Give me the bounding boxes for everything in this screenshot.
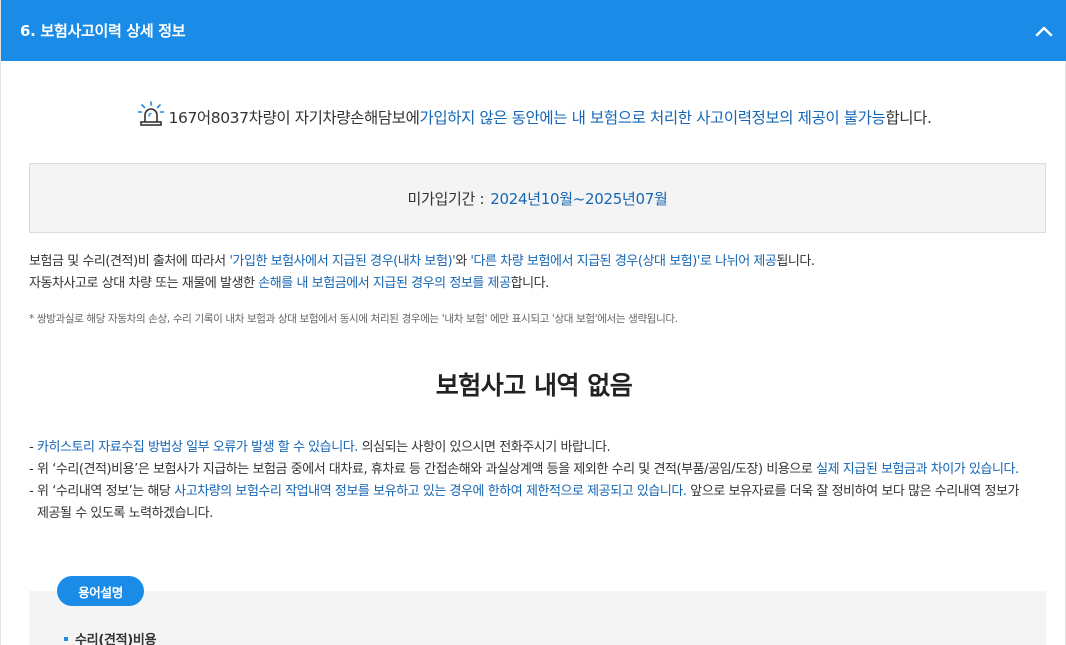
notice-text: 차량이 자기차량손해담보에 bbox=[248, 109, 420, 127]
no-history-heading: 보험사고 내역 없음 bbox=[435, 371, 633, 400]
footnote: * 쌍방과실로 해당 자동차의 손상, 수리 기록이 내차 보험과 상대 보험에… bbox=[29, 313, 678, 325]
desc-text: 와 bbox=[455, 254, 471, 269]
desc-highlight: '가입한 보험사에서 지급된 경우(내차 보험)' bbox=[229, 254, 456, 269]
desc-text: 합니다. bbox=[510, 276, 550, 291]
description-line-1: 보험금 및 수리(견적)비 출처에 따라서 '가입한 보험사에서 지급된 경우(… bbox=[29, 250, 815, 269]
note-item: -위 ‘수리(견적)비용’은 보험사가 지급하는 보험금 중에서 대차료, 휴차… bbox=[29, 459, 1029, 481]
note-dash: - bbox=[29, 484, 34, 499]
note-item: - 카히스토리 자료수집 방법상 일부 오류가 발생 할 수 있습니다. 의심되는… bbox=[29, 437, 1029, 459]
desc-text: 보험금 및 수리(견적)비 출처에 따라서 bbox=[29, 254, 230, 269]
section-title: 6. 보험사고이력 상세 정보 bbox=[20, 22, 186, 40]
note-text: 위 ‘수리(견적)비용’은 보험사가 지급하는 보험금 중에서 대차료, 휴차료… bbox=[37, 462, 817, 477]
notice-highlight: 가입하지 않은 동안에는 내 보험으로 처리한 사고이력정보의 제공이 불가능 bbox=[419, 109, 886, 127]
terms-badge: 용어설명 bbox=[57, 576, 144, 606]
desc-highlight: '다른 차량 보험에서 지급된 경우(상대 보험)'로 나뉘어 제공 bbox=[470, 254, 777, 269]
description-line-2: 자동차사고로 상대 차량 또는 재물에 발생한 손해를 내 보험금에서 지급된 … bbox=[29, 272, 549, 291]
section-header[interactable]: 6. 보험사고이력 상세 정보 bbox=[1, 0, 1066, 61]
period-value: 2024년10월~2025년07월 bbox=[490, 189, 668, 208]
note-dash: - bbox=[29, 462, 34, 477]
chevron-up-icon[interactable] bbox=[1033, 20, 1055, 42]
siren-icon bbox=[137, 101, 165, 127]
insurance-accident-detail-panel: 6. 보험사고이력 상세 정보 167어8037 차량이 자기차량손해담보에 가… bbox=[0, 0, 1066, 645]
desc-text: 자동차사고로 상대 차량 또는 재물에 발생한 bbox=[29, 276, 259, 291]
terms-box bbox=[29, 591, 1046, 645]
terms-item-label: 수리(견적)비용 bbox=[75, 633, 157, 645]
note-text: 의심되는 사항이 있으시면 전화주시기 바랍니다. bbox=[357, 440, 611, 455]
vehicle-plate: 167어8037 bbox=[168, 109, 249, 127]
period-label: 미가입기간 : bbox=[407, 189, 485, 208]
note-highlight: 실제 지급된 보험금과 차이가 있습니다. bbox=[816, 462, 1019, 477]
note-text: 위 ‘수리내역 정보’는 해당 bbox=[37, 484, 175, 499]
notes-list: - 카히스토리 자료수집 방법상 일부 오류가 발생 할 수 있습니다. 의심되는… bbox=[29, 437, 1029, 525]
note-item: -위 ‘수리내역 정보’는 해당 사고차량의 보험수리 작업내역 정보를 보유하… bbox=[29, 481, 1029, 525]
desc-text: 됩니다. bbox=[776, 254, 815, 269]
note-dash: - bbox=[29, 440, 34, 455]
uninsured-period-box: 미가입기간 : 2024년10월~2025년07월 bbox=[29, 163, 1046, 233]
bullet-icon bbox=[64, 636, 68, 641]
note-highlight: 사고차량의 보험수리 작업내역 정보를 보유하고 있는 경우에 한하여 제한적으… bbox=[174, 484, 687, 499]
uninsured-notice: 167어8037 차량이 자기차량손해담보에 가입하지 않은 동안에는 내 보험… bbox=[1, 101, 1066, 128]
notice-suffix: 합니다. bbox=[885, 109, 932, 127]
note-highlight: 카히스토리 자료수집 방법상 일부 오류가 발생 할 수 있습니다. bbox=[37, 440, 358, 455]
terms-item: 수리(견적)비용 bbox=[64, 629, 157, 645]
desc-highlight: 손해를 내 보험금에서 지급된 경우의 정보를 제공 bbox=[258, 276, 511, 291]
